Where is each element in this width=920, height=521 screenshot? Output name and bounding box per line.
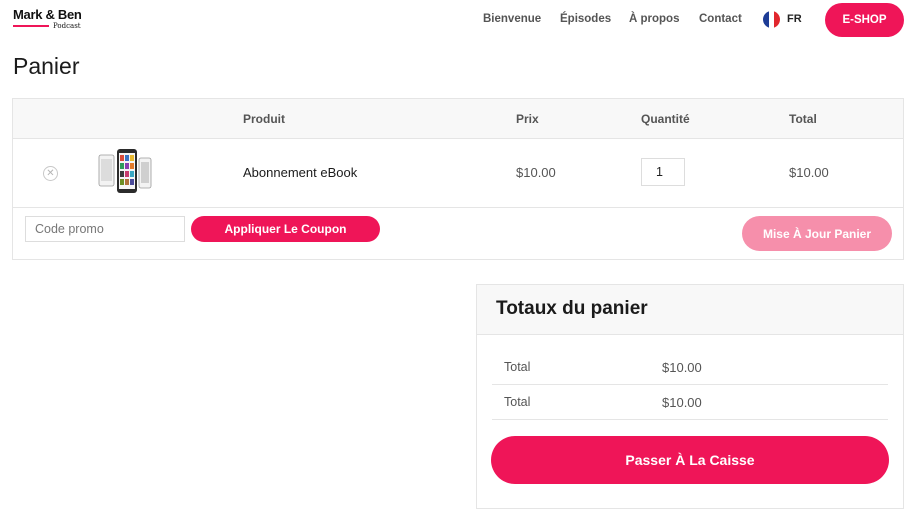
column-header-product: Produit — [243, 112, 285, 126]
nav-link-episodes[interactable]: Épisodes — [560, 13, 611, 25]
apply-coupon-button[interactable]: Appliquer Le Coupon — [191, 216, 380, 242]
column-header-total: Total — [789, 112, 817, 126]
totals-row-label: Total — [504, 360, 531, 374]
page-title: Panier — [13, 53, 80, 79]
column-header-quantity: Quantité — [641, 112, 690, 126]
quantity-input[interactable] — [641, 158, 685, 186]
column-header-price: Prix — [516, 112, 539, 126]
totals-row-label: Total — [504, 395, 531, 409]
totals-row: Total $10.00 — [492, 350, 888, 385]
nav-link-bienvenue[interactable]: Bienvenue — [483, 13, 541, 25]
french-flag-icon — [763, 11, 780, 28]
cart-totals-title: Totaux du panier — [496, 298, 648, 319]
site-header: Mark & Ben Podcast Bienvenue Épisodes À … — [0, 0, 920, 40]
site-logo[interactable]: Mark & Ben Podcast — [13, 8, 88, 34]
product-name[interactable]: Abonnement eBook — [243, 165, 357, 180]
product-thumbnail[interactable] — [97, 146, 153, 198]
cart-table-header: Produit Prix Quantité Total — [13, 99, 903, 139]
nav-link-contact[interactable]: Contact — [699, 13, 742, 25]
eshop-button[interactable]: E-SHOP — [825, 3, 904, 37]
checkout-button[interactable]: Passer À La Caisse — [491, 436, 889, 484]
logo-subtitle: Podcast — [53, 22, 81, 30]
nav-link-a-propos[interactable]: À propos — [629, 13, 679, 25]
language-label: FR — [787, 13, 802, 25]
cart-totals-header: Totaux du panier — [477, 285, 903, 335]
cart-totals-box: Totaux du panier Total $10.00 Total $10.… — [476, 284, 904, 509]
product-price: $10.00 — [516, 165, 556, 180]
product-subtotal: $10.00 — [789, 165, 829, 180]
logo-underline — [13, 25, 49, 27]
update-cart-button[interactable]: Mise À Jour Panier — [742, 216, 892, 251]
logo-wordmark: Mark & Ben — [13, 7, 82, 22]
totals-row-value: $10.00 — [662, 360, 702, 375]
totals-row-value: $10.00 — [662, 395, 702, 410]
cart-item-row: ✕ Abonnement eBook $10.00 $10.00 — [13, 139, 903, 208]
remove-circle-icon[interactable]: ✕ — [43, 166, 58, 181]
totals-row: Total $10.00 — [492, 385, 888, 420]
cart-table: Produit Prix Quantité Total ✕ Abonnement… — [12, 98, 904, 260]
promo-code-input[interactable] — [25, 216, 185, 242]
